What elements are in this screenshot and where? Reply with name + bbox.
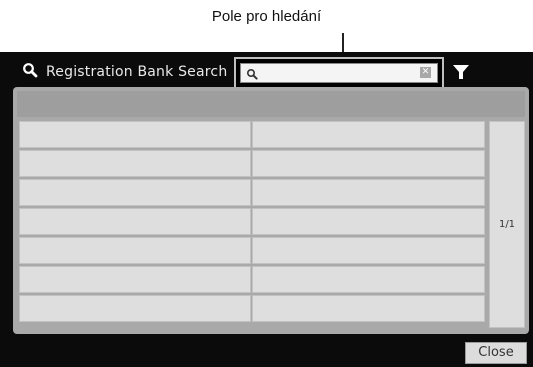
result-cell[interactable] <box>252 295 485 322</box>
table-row <box>19 295 488 324</box>
search-field-frame: ✕ <box>234 57 444 89</box>
table-row <box>19 208 488 237</box>
result-cell[interactable] <box>252 208 485 235</box>
page-indicator[interactable]: 1/1 <box>489 121 525 328</box>
results-list: 1/1 <box>13 87 529 334</box>
results-grid <box>19 121 488 324</box>
result-cell[interactable] <box>19 237 251 264</box>
result-cell[interactable] <box>252 121 485 148</box>
search-input[interactable] <box>263 65 413 81</box>
table-row <box>19 121 488 150</box>
table-row <box>19 179 488 208</box>
result-cell[interactable] <box>19 121 251 148</box>
result-cell[interactable] <box>252 179 485 206</box>
magnifier-icon <box>22 62 38 83</box>
window-title: Registration Bank Search <box>46 64 228 80</box>
annotation-callout: Pole pro hledání <box>211 8 322 25</box>
annotation-leader-line <box>342 33 344 53</box>
result-cell[interactable] <box>252 266 485 293</box>
result-cell[interactable] <box>19 179 251 206</box>
clear-icon[interactable]: ✕ <box>420 67 431 78</box>
search-field-magnifier-icon <box>246 67 258 85</box>
search-field[interactable]: ✕ <box>240 63 438 83</box>
results-list-header <box>17 91 525 117</box>
filter-icon[interactable] <box>452 63 470 86</box>
search-header: Registration Bank Search ✕ <box>0 52 533 92</box>
table-row <box>19 237 488 266</box>
result-cell[interactable] <box>19 150 251 177</box>
result-cell[interactable] <box>19 208 251 235</box>
search-title: Registration Bank Search <box>22 61 227 83</box>
close-button[interactable]: Close <box>465 342 527 364</box>
table-row <box>19 150 488 179</box>
result-cell[interactable] <box>19 295 251 322</box>
result-cell[interactable] <box>252 150 485 177</box>
result-cell[interactable] <box>252 237 485 264</box>
result-cell[interactable] <box>19 266 251 293</box>
registration-bank-search-window: Registration Bank Search ✕ 1/1 Close <box>0 52 533 367</box>
table-row <box>19 266 488 295</box>
